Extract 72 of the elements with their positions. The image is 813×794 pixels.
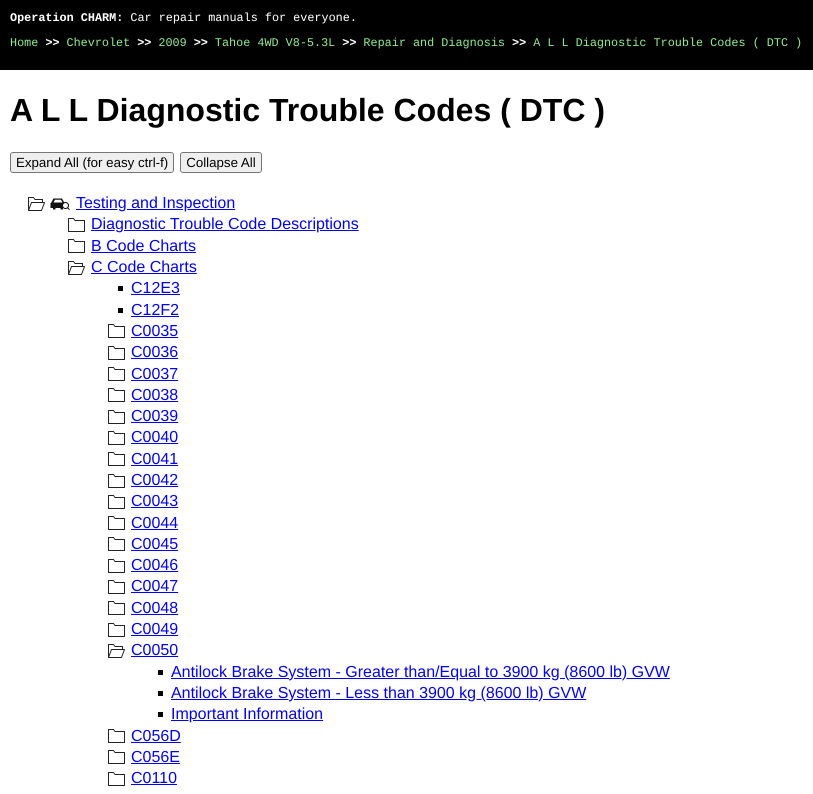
breadcrumb-separator: >>	[45, 35, 60, 52]
tree-link[interactable]: C0038	[131, 386, 178, 405]
folder-icon[interactable]	[108, 430, 125, 445]
tree-link[interactable]: C0039	[131, 407, 178, 426]
folder-icon[interactable]	[108, 410, 125, 424]
tree-link[interactable]: C056D	[131, 726, 181, 746]
page-title: A L L Diagnostic Trouble Codes ( DTC )	[10, 92, 605, 129]
tree-link[interactable]: C0050	[131, 641, 178, 660]
folder-icon[interactable]	[108, 474, 125, 488]
tree-link[interactable]: C Code Charts	[91, 258, 197, 278]
tree-link[interactable]: C0041	[131, 450, 178, 469]
tree-link[interactable]: C0110	[131, 769, 177, 788]
folder-icon[interactable]	[108, 580, 125, 594]
tree-link[interactable]: Important Information	[171, 705, 324, 724]
folder-icon[interactable]	[108, 558, 125, 573]
tree-link[interactable]: C0040	[131, 428, 178, 448]
breadcrumb-separator: >>	[342, 35, 356, 52]
folder-icon[interactable]	[108, 452, 125, 466]
tree-link[interactable]: C0047	[131, 577, 178, 596]
folder-icon[interactable]	[108, 388, 125, 402]
folder-icon[interactable]	[108, 324, 125, 338]
bullet-icon	[158, 712, 163, 718]
tree-link[interactable]: C056E	[131, 748, 180, 767]
open-folder-icon[interactable]	[68, 260, 85, 275]
bullet-icon	[118, 308, 123, 313]
car-search-icon	[50, 196, 70, 211]
folder-icon[interactable]	[68, 239, 85, 254]
folder-icon[interactable]	[108, 772, 125, 786]
breadcrumb-link[interactable]: Tahoe 4WD V8-5.3L	[214, 33, 336, 53]
tree-link[interactable]: Antilock Brake System - Less than 3900 kg (8600 lb) GVW	[171, 684, 586, 703]
tree-link[interactable]: C0043	[131, 492, 178, 512]
expand-all-button[interactable]: Expand All (for easy ctrl-f)	[10, 152, 174, 173]
bullet-icon	[118, 286, 123, 292]
breadcrumb-separator: >>	[194, 35, 208, 52]
tree-link[interactable]: C0049	[131, 620, 178, 640]
breadcrumb-link[interactable]: Chevrolet	[66, 33, 130, 53]
tree-link[interactable]: C0042	[131, 471, 178, 490]
tree-link[interactable]: B Code Charts	[91, 236, 196, 256]
folder-icon[interactable]	[108, 729, 125, 744]
breadcrumb-link[interactable]: Home	[10, 33, 38, 53]
tree-link[interactable]: Antilock Brake System - Greater than/Equal to 3900 kg (8600 lb) GVW	[171, 662, 670, 682]
open-folder-icon[interactable]	[28, 196, 45, 211]
tree-link[interactable]: Diagnostic Trouble Code Descriptions	[91, 215, 359, 234]
tree-link[interactable]: Testing and Inspection	[76, 194, 236, 214]
open-folder-icon[interactable]	[108, 644, 125, 658]
breadcrumb-separator: >>	[137, 35, 152, 52]
folder-icon[interactable]	[108, 367, 125, 382]
folder-icon[interactable]	[108, 537, 125, 552]
tree-link[interactable]: C0046	[131, 556, 178, 576]
folder-icon[interactable]	[108, 622, 125, 637]
breadcrumb-link[interactable]: Repair and Diagnosis	[363, 33, 506, 53]
tree-link[interactable]: C12F2	[131, 300, 180, 320]
folder-icon[interactable]	[108, 750, 125, 764]
breadcrumb-link[interactable]: 2009	[158, 33, 187, 53]
tree-link[interactable]: C0044	[131, 514, 178, 533]
folder-icon[interactable]	[108, 346, 125, 360]
tree-link[interactable]: C0035	[131, 322, 178, 341]
breadcrumb-separator: >>	[512, 35, 526, 52]
tagline: Operation CHARM: Car repair manuals for everyone.	[10, 10, 358, 27]
folder-icon[interactable]	[108, 494, 125, 509]
folder-icon[interactable]	[68, 218, 85, 232]
tree-link[interactable]: C0036	[131, 343, 178, 362]
bullet-icon	[158, 670, 163, 675]
collapse-all-button[interactable]: Collapse All	[180, 152, 262, 173]
folder-icon[interactable]	[108, 516, 125, 530]
tree-link[interactable]: C0048	[131, 598, 178, 618]
tree-link[interactable]: C12E3	[131, 279, 180, 298]
folder-icon[interactable]	[108, 601, 125, 616]
tree-link[interactable]: C0037	[131, 364, 178, 384]
bullet-icon	[158, 690, 163, 696]
tree-link[interactable]: C0045	[131, 534, 178, 554]
breadcrumb-link[interactable]: A L L Diagnostic Trouble Codes ( DTC )	[533, 33, 802, 53]
